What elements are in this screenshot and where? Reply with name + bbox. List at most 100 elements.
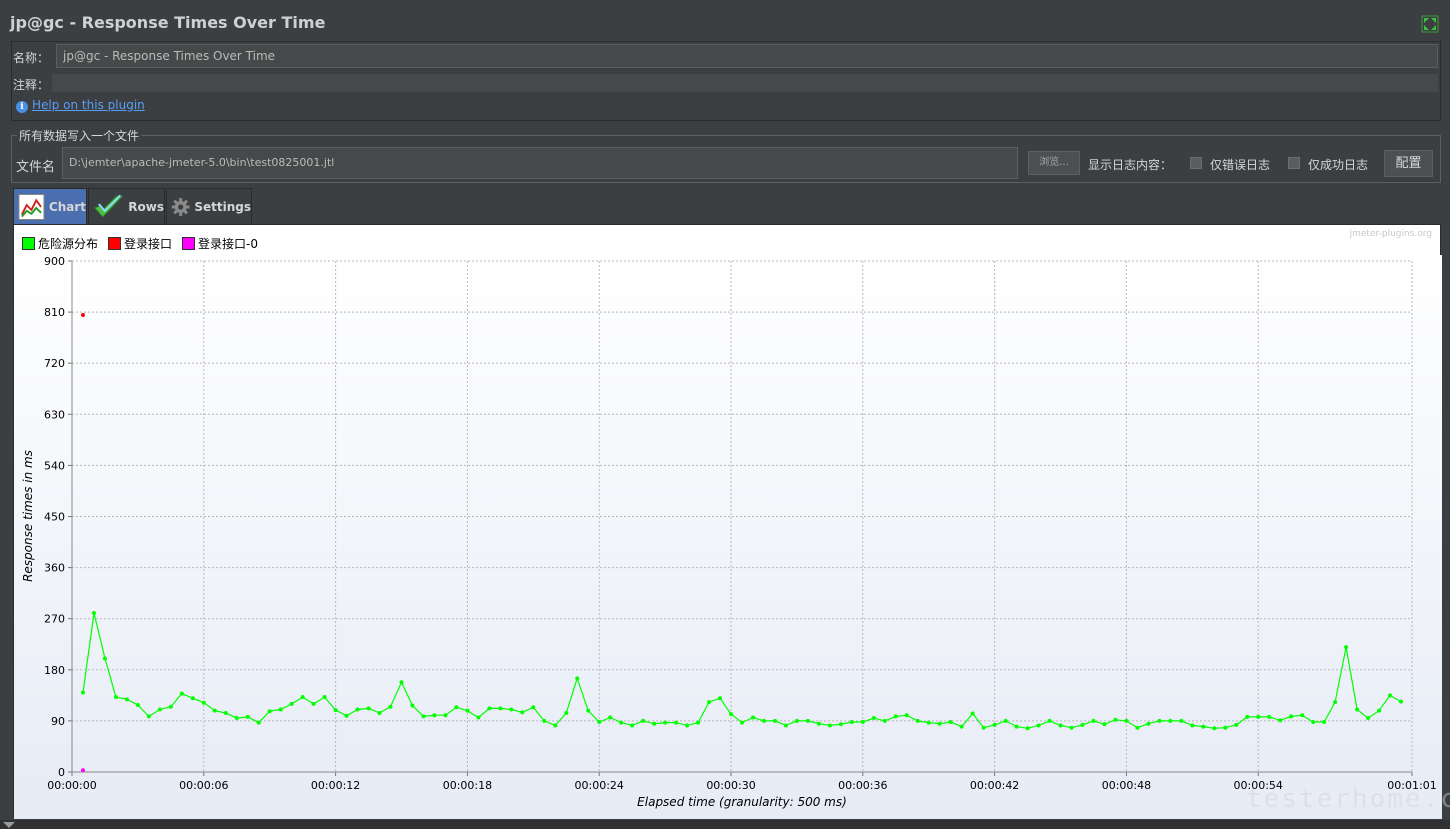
data-point: [1388, 693, 1393, 698]
y-axis-title: Response times in ms: [21, 450, 35, 582]
data-point: [674, 720, 679, 725]
comment-input[interactable]: [52, 74, 1438, 92]
data-point: [1289, 714, 1294, 719]
browse-button[interactable]: 浏览...: [1028, 151, 1080, 175]
checkmark-icon: [94, 194, 124, 217]
data-point: [794, 718, 799, 723]
data-point: [619, 720, 624, 725]
data-point: [124, 697, 129, 702]
data-point: [1278, 718, 1283, 723]
data-point: [641, 718, 646, 723]
data-point: [509, 707, 514, 712]
data-point: [1355, 707, 1360, 712]
x-tick-label: 00:00:06: [179, 779, 228, 792]
data-point: [564, 710, 569, 715]
data-point: [212, 708, 217, 713]
data-point: [1333, 700, 1338, 705]
chart-icon: [18, 193, 45, 220]
y-tick-label: 90: [51, 715, 65, 728]
data-point: [454, 705, 459, 710]
data-point: [586, 708, 591, 713]
data-point: [981, 725, 986, 730]
success-only-label: 仅成功日志: [1308, 158, 1369, 172]
config-button[interactable]: 配置: [1384, 150, 1433, 177]
data-point: [399, 680, 404, 685]
chart-panel: jmeter-plugins.org 危险源分布 登录接口 登录接口-0 0 90…: [13, 224, 1442, 819]
data-point: [179, 691, 184, 696]
data-point: [729, 712, 734, 717]
data-point: [157, 707, 162, 712]
data-point: [1212, 726, 1217, 731]
log-content-label: 显示日志内容：: [1088, 158, 1173, 172]
y-tick-label: 720: [44, 357, 65, 370]
data-point: [311, 701, 316, 706]
data-point: [1146, 721, 1151, 726]
y-tick-label: 450: [44, 511, 65, 524]
data-point: [1267, 714, 1272, 719]
name-label: 名称：: [13, 51, 50, 65]
data-point: [80, 690, 85, 695]
filename-input[interactable]: D:\jemter\apache-jmeter-5.0\bin\test0825…: [62, 147, 1018, 179]
data-point: [893, 714, 898, 719]
tab-rows-label: Rows: [128, 199, 164, 214]
collapse-arrow-icon[interactable]: [3, 822, 15, 828]
data-point: [1135, 725, 1140, 730]
data-point: [1025, 726, 1030, 731]
data-point: [1190, 723, 1195, 728]
data-point: [915, 718, 920, 723]
data-point: [1168, 718, 1173, 723]
data-point: [377, 710, 382, 715]
data-point: [1344, 645, 1349, 650]
data-point: [476, 715, 481, 720]
data-point: [696, 720, 701, 725]
data-point: [1102, 722, 1107, 727]
data-point: [597, 720, 602, 725]
x-tick-label: 00:00:12: [311, 779, 360, 792]
data-point: [838, 722, 843, 727]
data-point: [344, 713, 349, 718]
y-tick-label: 540: [44, 459, 65, 472]
x-tick-label: 00:00:48: [1102, 779, 1151, 792]
file-group-legend: 所有数据写入一个文件: [17, 127, 142, 144]
data-point: [201, 700, 206, 705]
data-point: [432, 713, 437, 718]
data-point: [1058, 723, 1063, 728]
data-point: [1080, 722, 1085, 727]
expand-icon[interactable]: [1421, 15, 1439, 33]
tab-settings[interactable]: Settings: [166, 188, 252, 224]
response-time-chart: 0 90 180 270 360 450 540 630 720 810 900 00:00:00 00…: [14, 255, 1442, 819]
data-point: [1113, 717, 1118, 722]
x-tick-label: 00:00:18: [443, 779, 492, 792]
data-point: [750, 715, 755, 720]
data-point: [1036, 723, 1041, 728]
data-point: [421, 714, 426, 719]
data-point: [827, 723, 832, 728]
data-point: [575, 676, 580, 681]
x-tick-label: 00:00:24: [575, 779, 624, 792]
data-point: [783, 723, 788, 728]
name-input[interactable]: jp@gc - Response Times Over Time: [56, 44, 1438, 68]
data-point: [959, 724, 964, 729]
data-point: [1377, 708, 1382, 713]
help-link[interactable]: Help on this plugin: [32, 98, 145, 112]
data-point: [1201, 724, 1206, 729]
data-point: [992, 722, 997, 727]
data-point: [487, 706, 492, 711]
errors-only-checkbox[interactable]: [1190, 157, 1202, 169]
tab-chart[interactable]: Chart: [13, 188, 87, 224]
status-bar: [0, 820, 1450, 829]
data-point: [1399, 699, 1404, 704]
data-point: [805, 718, 810, 723]
data-point: [871, 716, 876, 721]
data-point: [1157, 718, 1162, 723]
success-only-checkbox[interactable]: [1288, 157, 1300, 169]
data-point: [1311, 720, 1316, 725]
tab-rows[interactable]: Rows: [88, 188, 165, 224]
y-tick-label: 810: [44, 306, 65, 319]
data-point: [1179, 718, 1184, 723]
errors-only-label: 仅错误日志: [1210, 158, 1271, 172]
data-point: [816, 721, 821, 726]
data-point: [1124, 718, 1129, 723]
data-point: [1256, 714, 1261, 719]
data-point: [322, 695, 327, 700]
